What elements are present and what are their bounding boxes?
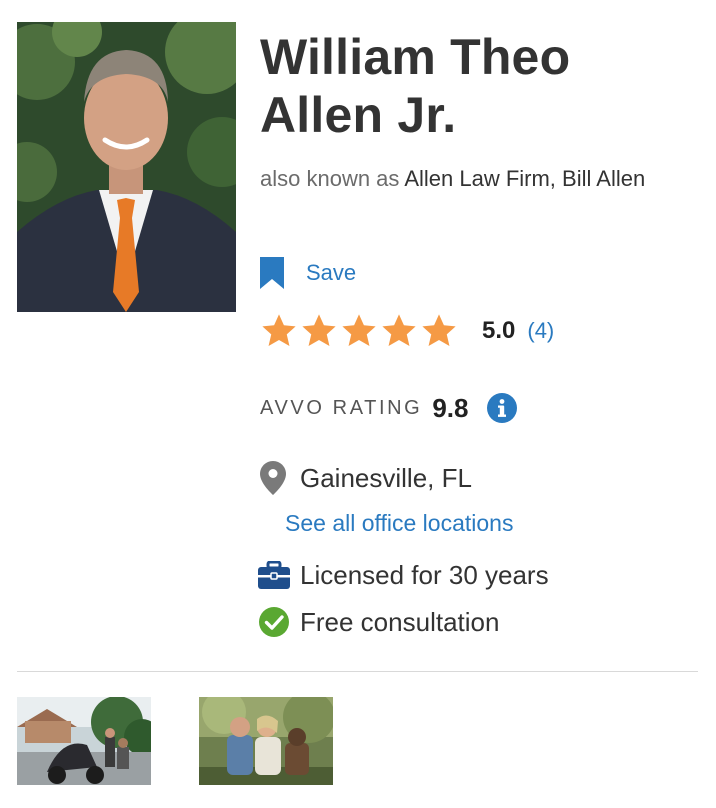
avvo-rating-score: 9.8 xyxy=(432,392,469,423)
star-icon xyxy=(262,314,296,347)
lawyer-name-line1: William Theo xyxy=(260,29,571,85)
star-icon xyxy=(342,314,376,347)
bookmark-icon xyxy=(260,257,284,289)
check-circle-icon xyxy=(259,607,289,637)
location: Gainesville, FL xyxy=(260,458,472,498)
also-known-as: also known as Allen Law Firm, Bill Allen xyxy=(260,158,700,200)
see-all-office-locations-link[interactable]: See all office locations xyxy=(285,510,513,537)
lawyer-name-line2: Allen Jr. xyxy=(260,87,457,143)
star-icon xyxy=(422,314,456,347)
gallery-thumbnail-family[interactable] xyxy=(199,697,333,785)
free-consultation-text: Free consultation xyxy=(300,606,500,637)
review-score: 5.0 xyxy=(482,317,516,344)
avvo-rating: AVVO RATING 9.8 xyxy=(260,390,518,426)
briefcase-icon xyxy=(258,561,290,589)
avvo-rating-label: AVVO RATING xyxy=(260,396,423,419)
aka-names: Allen Law Firm, Bill Allen xyxy=(404,166,646,191)
licensed-text: Licensed for 30 years xyxy=(300,559,549,590)
save-button[interactable]: Save xyxy=(260,255,356,291)
section-divider xyxy=(17,671,698,672)
licensed-years: Licensed for 30 years xyxy=(258,556,549,594)
location-pin-icon xyxy=(260,461,286,495)
profile-photo xyxy=(17,22,236,312)
gallery-thumbnail-motorcycle[interactable] xyxy=(17,697,151,785)
lawyer-name: William Theo Allen Jr. xyxy=(260,28,700,144)
free-consultation: Free consultation xyxy=(258,603,499,641)
review-rating: 5.0 (4) xyxy=(260,310,554,352)
save-label: Save xyxy=(306,260,357,285)
review-count-link[interactable]: (4) xyxy=(527,318,554,344)
aka-prefix: also known as xyxy=(260,166,400,191)
profile-header: William Theo Allen Jr. also known as All… xyxy=(260,28,700,200)
info-icon[interactable] xyxy=(486,392,518,424)
star-icon xyxy=(382,314,416,347)
star-icon xyxy=(302,314,336,347)
location-city: Gainesville, FL xyxy=(300,462,472,493)
